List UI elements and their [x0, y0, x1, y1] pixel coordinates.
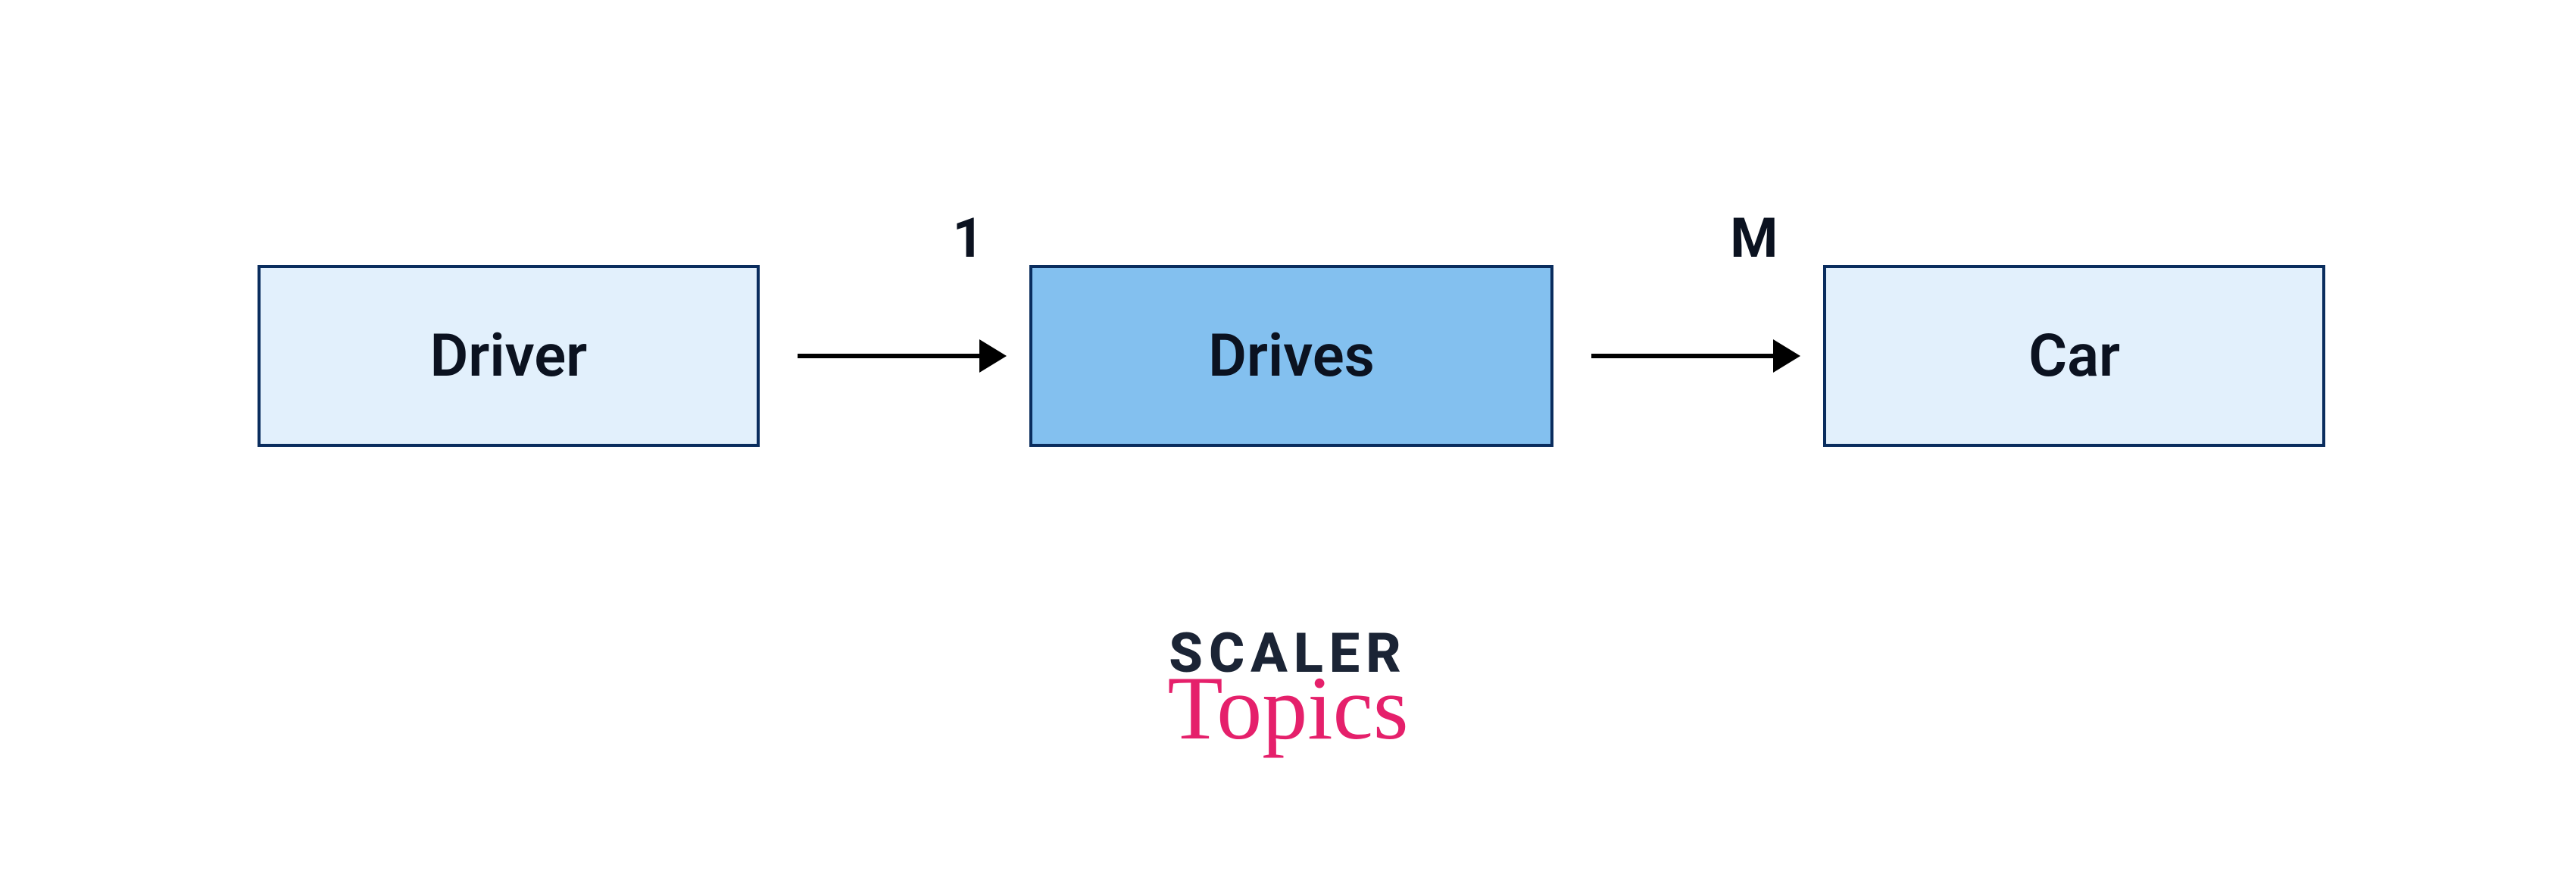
- arrow-head-icon: [979, 339, 1007, 373]
- cardinality-many: M: [1730, 206, 1778, 270]
- brand-logo: SCALER Topics: [1167, 621, 1408, 754]
- arrow-driver-to-drives: 1: [760, 265, 1029, 447]
- arrow-line-icon: [1591, 354, 1785, 358]
- arrow-drives-to-car: M: [1553, 265, 1823, 447]
- relationship-drives: Drives: [1029, 265, 1553, 447]
- entity-driver-label: Driver: [429, 322, 587, 391]
- er-diagram: Driver 1 Drives M Car: [258, 258, 2325, 454]
- brand-logo-line2: Topics: [1167, 663, 1408, 754]
- cardinality-one: 1: [952, 206, 983, 270]
- entity-car: Car: [1823, 265, 2325, 447]
- arrow-head-icon: [1773, 339, 1800, 373]
- entity-driver: Driver: [258, 265, 760, 447]
- entity-car-label: Car: [2028, 322, 2120, 391]
- relationship-drives-label: Drives: [1208, 322, 1375, 391]
- arrow-line-icon: [798, 354, 991, 358]
